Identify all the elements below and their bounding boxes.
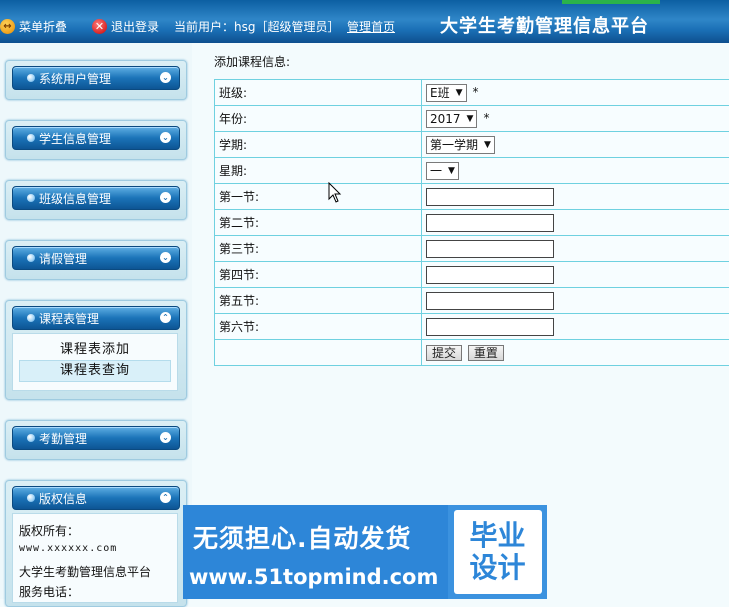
bullet-icon: [27, 314, 35, 322]
chevron-down-icon[interactable]: ⌄: [160, 192, 171, 203]
chevron-down-icon: ▼: [467, 114, 474, 124]
period-6-input[interactable]: [426, 318, 554, 336]
mouse-cursor-icon: [328, 182, 342, 204]
sidebar-panel-leave: 请假管理 ⌄: [5, 240, 187, 280]
period-3-label: 第三节:: [215, 236, 422, 262]
table-row: 提交 重置: [215, 340, 729, 366]
watermark-banner: 无须担心.自动发货 www.51topmind.com 毕业 设计: [183, 505, 547, 599]
watermark-badge: 毕业 设计: [454, 510, 542, 594]
sidebar: 系统用户管理 ⌄ 学生信息管理 ⌄ 班级信息管理 ⌄ 请假管理 ⌄ 课程表管理 …: [0, 43, 192, 599]
table-row: 第三节:: [215, 236, 729, 262]
sidebar-panel-timetable: 课程表管理 ⌃ 课程表添加 课程表查询: [5, 300, 187, 400]
semester-label: 学期:: [215, 132, 422, 158]
copyright-platform-name: 大学生考勤管理信息平台: [13, 563, 177, 583]
chevron-up-icon[interactable]: ⌃: [160, 312, 171, 323]
menu-toggle-button[interactable]: ↔ 菜单折叠: [0, 17, 67, 35]
table-row: 第六节:: [215, 314, 729, 340]
table-row: 第二节:: [215, 210, 729, 236]
sidebar-item-system-users[interactable]: 系统用户管理 ⌄: [12, 66, 180, 90]
weekday-label: 星期:: [215, 158, 422, 184]
sidebar-panel-copyright: 版权信息 ⌃ 版权所有： www.xxxxxx.com 大学生考勤管理信息平台 …: [5, 480, 187, 607]
period-2-label: 第二节:: [215, 210, 422, 236]
period-1-input[interactable]: [426, 188, 554, 206]
period-5-input[interactable]: [426, 292, 554, 310]
period-6-label: 第六节:: [215, 314, 422, 340]
sidebar-panel-classes: 班级信息管理 ⌄: [5, 180, 187, 220]
home-link[interactable]: 管理首页: [347, 17, 395, 35]
chevron-down-icon[interactable]: ⌄: [160, 72, 171, 83]
year-select[interactable]: 2017▼: [426, 110, 477, 128]
sidebar-item-attendance[interactable]: 考勤管理 ⌄: [12, 426, 180, 450]
table-row: 年份: 2017▼ *: [215, 106, 729, 132]
sidebar-item-timetable-add[interactable]: 课程表添加: [13, 340, 177, 360]
page-title: 添加课程信息:: [214, 53, 290, 70]
chevron-down-icon: ▼: [456, 88, 463, 98]
top-header: ↔ 菜单折叠 ✕ 退出登录 当前用户：hsg［超级管理员］ 管理首页 大学生考勤…: [0, 0, 729, 43]
period-4-label: 第四节:: [215, 262, 422, 288]
sidebar-item-classes[interactable]: 班级信息管理 ⌄: [12, 186, 180, 210]
table-row: 星期: 一▼: [215, 158, 729, 184]
table-row: 第一节:: [215, 184, 729, 210]
weekday-select[interactable]: 一▼: [426, 162, 459, 180]
header-accent-bar: [562, 0, 660, 4]
year-label: 年份:: [215, 106, 422, 132]
sidebar-item-timetable[interactable]: 课程表管理 ⌃: [12, 306, 180, 330]
watermark-slogan: 无须担心.自动发货: [193, 519, 412, 555]
bullet-icon: [27, 194, 35, 202]
table-row: 学期: 第一学期▼: [215, 132, 729, 158]
sidebar-item-copyright[interactable]: 版权信息 ⌃: [12, 486, 180, 510]
required-mark: *: [483, 111, 489, 125]
current-user-label: 当前用户：hsg［超级管理员］: [174, 17, 339, 35]
period-4-input[interactable]: [426, 266, 554, 284]
class-label: 班级:: [215, 80, 422, 106]
semester-select[interactable]: 第一学期▼: [426, 136, 495, 154]
sidebar-panel-students: 学生信息管理 ⌄: [5, 120, 187, 160]
sidebar-item-timetable-query[interactable]: 课程表查询: [19, 360, 171, 382]
required-mark: *: [473, 85, 479, 99]
table-row: 第五节:: [215, 288, 729, 314]
copyright-phone-label: 服务电话：: [13, 583, 177, 603]
copyright-body: 版权所有： www.xxxxxx.com 大学生考勤管理信息平台 服务电话：: [12, 513, 178, 603]
period-3-input[interactable]: [426, 240, 554, 258]
logout-button[interactable]: ✕ 退出登录: [92, 17, 159, 35]
table-row: 班级: E班▼ *: [215, 80, 729, 106]
table-row: 第四节:: [215, 262, 729, 288]
sidebar-item-students[interactable]: 学生信息管理 ⌄: [12, 126, 180, 150]
copyright-owner-label: 版权所有：: [13, 522, 177, 543]
sidebar-panel-attendance: 考勤管理 ⌄: [5, 420, 187, 460]
watermark-url: www.51topmind.com: [189, 565, 438, 589]
bullet-icon: [27, 434, 35, 442]
bullet-icon: [27, 494, 35, 502]
period-5-label: 第五节:: [215, 288, 422, 314]
chevron-down-icon[interactable]: ⌄: [160, 432, 171, 443]
platform-title: 大学生考勤管理信息平台: [440, 12, 649, 38]
bullet-icon: [27, 134, 35, 142]
chevron-down-icon: ▼: [484, 140, 491, 150]
bullet-icon: [27, 74, 35, 82]
add-course-form: 班级: E班▼ * 年份: 2017▼ * 学期: 第一学期▼ 星期: 一▼ 第一节…: [214, 79, 729, 366]
bullet-icon: [27, 254, 35, 262]
period-2-input[interactable]: [426, 214, 554, 232]
submit-button[interactable]: 提交: [426, 345, 462, 361]
period-1-label: 第一节:: [215, 184, 422, 210]
chevron-down-icon[interactable]: ⌄: [160, 132, 171, 143]
reset-button[interactable]: 重置: [468, 345, 504, 361]
menu-fold-icon: ↔: [0, 19, 15, 34]
chevron-down-icon: ▼: [448, 166, 455, 176]
chevron-up-icon[interactable]: ⌃: [160, 492, 171, 503]
class-select[interactable]: E班▼: [426, 84, 467, 102]
sidebar-panel-system-users: 系统用户管理 ⌄: [5, 60, 187, 100]
close-icon: ✕: [92, 19, 107, 34]
sidebar-item-leave[interactable]: 请假管理 ⌄: [12, 246, 180, 270]
copyright-website: www.xxxxxx.com: [13, 543, 177, 563]
timetable-submenu: 课程表添加 课程表查询: [12, 333, 178, 391]
chevron-down-icon[interactable]: ⌄: [160, 252, 171, 263]
